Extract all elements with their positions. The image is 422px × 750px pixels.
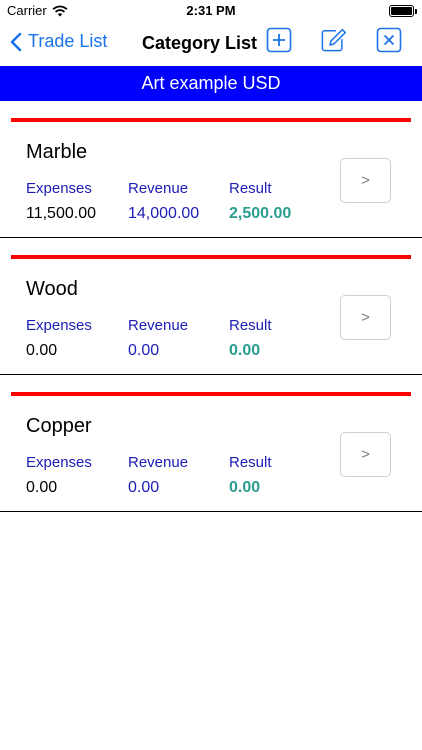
revenue-value: 14,000.00 — [128, 205, 200, 222]
page-title: Category List — [142, 33, 258, 53]
category-row-marble: Marble Expenses Revenue Result 11,500.00… — [0, 101, 422, 238]
expenses-value: 11,500.00 — [26, 205, 96, 222]
revenue-label: Revenue — [128, 317, 189, 334]
chevron-left-icon — [10, 32, 22, 51]
result-value: 0.00 — [229, 342, 261, 359]
revenue-label: Revenue — [128, 180, 189, 197]
currency-banner: Art example USD — [0, 66, 422, 101]
category-name: Wood — [26, 278, 78, 300]
result-label: Result — [229, 454, 272, 471]
category-divider — [11, 118, 411, 122]
open-category-button[interactable]: > — [340, 295, 391, 340]
result-label: Result — [229, 180, 272, 197]
category-row-copper: Copper Expenses Revenue Result 0.00 0.00… — [0, 375, 422, 512]
status-bar: Carrier 2:31 PM — [0, 0, 422, 22]
category-divider — [11, 255, 411, 259]
category-list: Marble Expenses Revenue Result 11,500.00… — [0, 101, 422, 512]
result-value: 0.00 — [229, 479, 261, 496]
edit-pencil-icon — [321, 28, 347, 52]
expenses-label: Expenses — [26, 180, 92, 197]
open-category-button[interactable]: > — [340, 432, 391, 477]
close-square-icon — [376, 27, 402, 53]
status-time: 2:31 PM — [186, 3, 236, 18]
revenue-value: 0.00 — [128, 479, 160, 496]
expenses-value: 0.00 — [26, 342, 58, 359]
category-name: Copper — [26, 415, 92, 437]
category-divider — [11, 392, 411, 396]
category-name: Marble — [26, 141, 88, 163]
revenue-label: Revenue — [128, 454, 189, 471]
navigation-bar: Trade List Category List — [0, 22, 422, 66]
plus-square-icon — [266, 27, 292, 53]
edit-button[interactable] — [321, 27, 347, 53]
revenue-value: 0.00 — [128, 342, 160, 359]
open-category-button[interactable]: > — [340, 158, 391, 203]
close-button[interactable] — [376, 27, 402, 53]
back-button[interactable]: Trade List — [10, 31, 107, 52]
back-label: Trade List — [28, 31, 108, 51]
expenses-label: Expenses — [26, 454, 92, 471]
category-row-wood: Wood Expenses Revenue Result 0.00 0.00 0… — [0, 238, 422, 375]
result-label: Result — [229, 317, 272, 334]
battery-icon — [389, 5, 417, 17]
add-button[interactable] — [266, 27, 292, 53]
expenses-label: Expenses — [26, 317, 92, 334]
result-value: 2,500.00 — [229, 205, 292, 222]
expenses-value: 0.00 — [26, 479, 58, 496]
